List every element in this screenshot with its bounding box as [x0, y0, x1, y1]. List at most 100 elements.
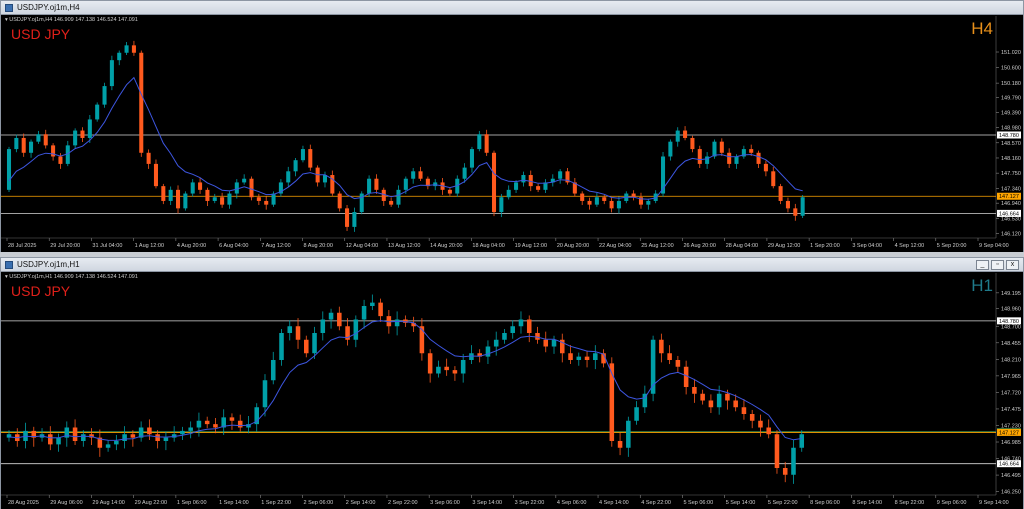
bull-candle: [576, 356, 582, 360]
bear-candle: [130, 434, 136, 438]
bull-candle: [800, 197, 805, 216]
bull-candle: [242, 178, 247, 183]
price-chart-svg[interactable]: 151.020 150.600 150.180 149.790 149.390 148.9…: [1, 16, 1023, 252]
time-tick-label: 8 Sep 14:00: [852, 500, 882, 506]
bear-candle: [700, 393, 705, 401]
price-level-label: 147.127: [999, 430, 1019, 436]
bull-candle: [396, 189, 401, 205]
bear-candle: [374, 178, 379, 190]
bull-candle: [462, 167, 467, 179]
bull-candle: [716, 393, 722, 408]
bull-candle: [234, 182, 239, 194]
restore-button[interactable]: ▫: [991, 260, 1004, 270]
bear-candle: [198, 182, 203, 190]
bear-candle: [175, 189, 181, 209]
time-tick-label: 29 Aug 14:00: [92, 500, 124, 506]
bear-candle: [139, 52, 144, 153]
chart-window-h1[interactable]: USDJPY.oj1m,H1 _ ▫ x 149.195 148.960 148.7…: [0, 257, 1024, 509]
bear-candle: [719, 141, 724, 153]
bull-candle: [312, 333, 317, 354]
bull-candle: [190, 182, 195, 194]
bear-candle: [727, 152, 732, 164]
price-level-label: 148.780: [999, 133, 1019, 139]
chart-window-h4[interactable]: USDJPY.oj1m,H4 151.020 150.600 150.180 149.…: [0, 0, 1024, 252]
price-tick-label: 146.250: [1001, 490, 1021, 496]
price-tick-label: 148.210: [1001, 357, 1021, 363]
bear-candle: [536, 186, 541, 190]
ohlc-readout: ▾ USDJPY.oj1m,H4 146.909 147.138 146.524…: [5, 17, 138, 23]
chart-canvas[interactable]: 151.020 150.600 150.180 149.790 149.390 148.9…: [1, 16, 1023, 252]
time-tick-label: 28 Aug 2025: [8, 500, 39, 506]
time-tick-label: 5 Sep 14:00: [726, 500, 756, 506]
bear-candle: [161, 186, 166, 201]
time-tick-label: 4 Sep 22:00: [641, 500, 671, 506]
price-tick-label: 148.960: [1001, 307, 1021, 313]
window-titlebar[interactable]: USDJPY.oj1m,H4: [1, 1, 1023, 15]
bear-candle: [631, 193, 636, 198]
bull-candle: [279, 333, 284, 360]
bear-candle: [48, 434, 53, 445]
bear-candle: [782, 468, 788, 475]
window-titlebar[interactable]: USDJPY.oj1m,H1 _ ▫ x: [1, 258, 1023, 272]
price-tick-label: 149.390: [1001, 110, 1021, 116]
minimize-button[interactable]: _: [976, 260, 989, 270]
bull-candle: [286, 171, 291, 183]
bear-candle: [526, 319, 532, 333]
bear-candle: [345, 208, 350, 227]
price-tick-label: 150.600: [1001, 66, 1021, 72]
bear-candle: [659, 339, 664, 354]
bear-candle: [528, 175, 533, 187]
bull-candle: [403, 178, 408, 190]
time-tick-label: 31 Jul 04:00: [92, 243, 122, 249]
bear-candle: [733, 400, 738, 408]
bear-candle: [153, 163, 158, 187]
time-tick-label: 13 Aug 12:00: [388, 243, 420, 249]
time-tick-label: 5 Sep 20:00: [937, 243, 967, 249]
bear-candle: [785, 200, 790, 209]
bull-candle: [287, 326, 293, 333]
bull-candle: [634, 407, 639, 421]
bull-candle: [293, 160, 298, 172]
time-tick-label: 3 Sep 04:00: [852, 243, 882, 249]
bear-candle: [381, 189, 386, 201]
bear-candle: [758, 420, 763, 428]
bull-candle: [436, 366, 441, 374]
price-chart-svg[interactable]: 149.195 148.960 148.700 148.455 148.210 147.9…: [1, 273, 1023, 509]
price-tick-label: 148.700: [1001, 324, 1021, 330]
bear-candle: [80, 130, 85, 138]
time-tick-label: 4 Sep 14:00: [599, 500, 629, 506]
bull-candle: [367, 178, 372, 194]
bull-candle: [477, 134, 482, 150]
bear-candle: [774, 434, 780, 468]
price-tick-label: 150.180: [1001, 81, 1021, 87]
bear-candle: [21, 137, 26, 153]
bear-candle: [58, 156, 63, 164]
bull-candle: [352, 212, 357, 227]
bull-candle: [518, 319, 524, 327]
bull-candle: [521, 175, 526, 183]
bull-candle: [168, 189, 173, 201]
bull-candle: [262, 380, 268, 408]
bear-candle: [419, 326, 425, 354]
time-tick-label: 7 Aug 12:00: [261, 243, 290, 249]
bear-candle: [675, 360, 681, 367]
bear-candle: [337, 193, 342, 209]
bull-candle: [593, 353, 598, 360]
bear-candle: [756, 152, 761, 164]
bull-candle: [510, 326, 515, 333]
bull-candle: [87, 119, 92, 138]
bear-candle: [602, 197, 607, 201]
bull-candle: [188, 427, 193, 431]
price-level-label: 148.780: [999, 319, 1019, 325]
time-tick-label: 9 Sep 14:00: [979, 500, 1009, 506]
bear-candle: [763, 163, 768, 172]
chart-canvas[interactable]: 149.195 148.960 148.700 148.455 148.210 147.9…: [1, 273, 1023, 509]
chart-icon: [5, 3, 13, 12]
bear-candle: [229, 417, 235, 421]
bull-candle: [712, 141, 717, 157]
bear-candle: [308, 149, 313, 168]
bull-candle: [394, 319, 400, 327]
close-button[interactable]: x: [1006, 260, 1019, 270]
time-tick-label: 8 Sep 22:00: [895, 500, 925, 506]
bear-candle: [667, 353, 672, 360]
